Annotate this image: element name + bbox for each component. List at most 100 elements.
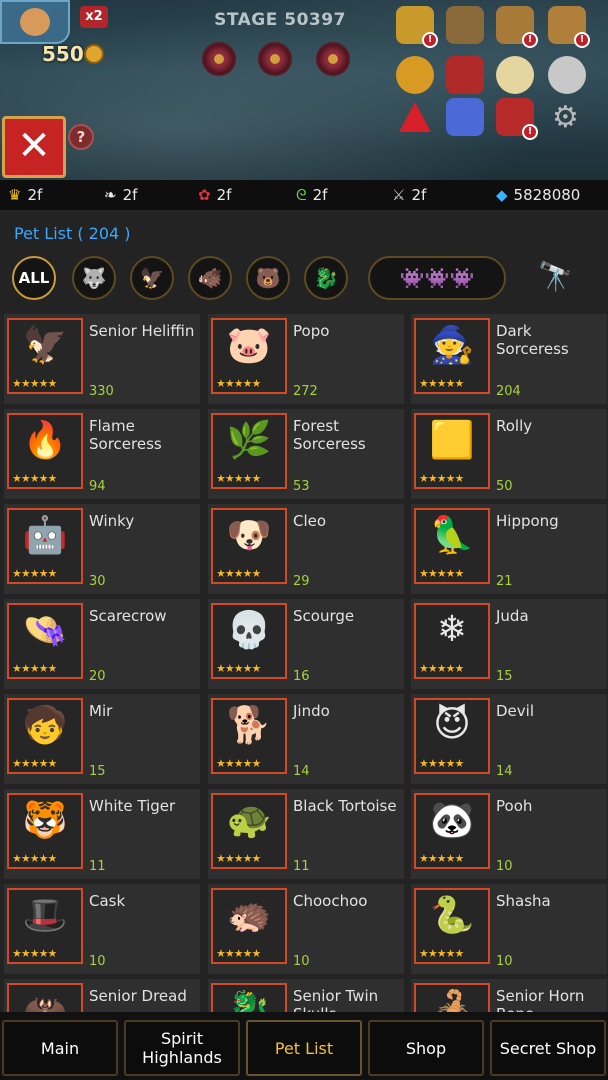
pet-portrait[interactable]: 🐕 ★★★★★ [211, 698, 287, 774]
star-rating: ★★★★★ [12, 377, 57, 390]
pet-card[interactable]: 🟨 ★★★★★ Rolly 50 [411, 409, 607, 499]
star-rating: ★★★★★ [419, 472, 464, 485]
resource-value: 2f [411, 186, 427, 204]
tab-secret-shop[interactable]: Secret Shop [490, 1020, 606, 1076]
filter-group[interactable]: 👾👾👾 [368, 256, 506, 300]
rune-icon[interactable] [258, 42, 292, 76]
tab-shop[interactable]: Shop [368, 1020, 484, 1076]
pet-name: Mir [89, 702, 113, 720]
filter-bird[interactable]: 🦅 [130, 256, 174, 300]
ranking-icon[interactable] [446, 6, 484, 44]
warning-icon[interactable] [396, 98, 434, 136]
pet-portrait[interactable]: 🐢 ★★★★★ [211, 793, 287, 869]
pet-portrait[interactable]: 🎩 ★★★★★ [7, 888, 83, 964]
gear-icon[interactable]: ⚙ [552, 102, 590, 140]
rune-icon[interactable] [202, 42, 236, 76]
pet-card[interactable]: 😈 ★★★★★ Devil 14 [411, 694, 607, 784]
pet-card[interactable]: 🤖 ★★★★★ Winky 30 [4, 504, 200, 594]
pet-card[interactable]: 🐢 ★★★★★ Black Tortoise 11 [208, 789, 404, 879]
pet-card[interactable]: 🐯 ★★★★★ White Tiger 11 [4, 789, 200, 879]
pet-name: Choochoo [293, 892, 368, 910]
pet-icon: 🦔 [226, 895, 272, 936]
pet-portrait[interactable]: 🐯 ★★★★★ [7, 793, 83, 869]
pet-card[interactable]: 🐕 ★★★★★ Jindo 14 [208, 694, 404, 784]
pet-portrait[interactable]: 🔥 ★★★★★ [7, 413, 83, 489]
rune-icon[interactable] [316, 42, 350, 76]
pet-count: 20 [89, 669, 106, 684]
pet-card[interactable]: 🐼 ★★★★★ Pooh 10 [411, 789, 607, 879]
pet-portrait[interactable]: 🐍 ★★★★★ [414, 888, 490, 964]
pet-card[interactable]: 🎩 ★★★★★ Cask 10 [4, 884, 200, 974]
quest-icon[interactable]: ! [548, 6, 590, 48]
pet-portrait[interactable]: 🦅 ★★★★★ [7, 318, 83, 394]
pet-portrait[interactable]: 🧙 ★★★★★ [414, 318, 490, 394]
pet-card[interactable]: 🐶 ★★★★★ Cleo 29 [208, 504, 404, 594]
trophy-icon[interactable]: ! [396, 6, 438, 48]
book-icon[interactable]: ! [496, 6, 538, 48]
pet-portrait[interactable]: 🦔 ★★★★★ [211, 888, 287, 964]
pet-card[interactable]: 🦜 ★★★★★ Hippong 21 [411, 504, 607, 594]
pet-card[interactable]: 🔥 ★★★★★ Flame Sorceress 94 [4, 409, 200, 499]
pet-portrait[interactable]: 👒 ★★★★★ [7, 603, 83, 679]
pet-card[interactable]: 🧙 ★★★★★ Dark Sorceress 204 [411, 314, 607, 404]
wings-icon[interactable] [548, 56, 586, 94]
tab-pet-list[interactable]: Pet List [246, 1020, 362, 1076]
pet-card[interactable]: 🦇 Senior Dread [4, 979, 200, 1012]
pet-card[interactable]: 🐉 Senior Twin Skulls [208, 979, 404, 1012]
pet-portrait[interactable]: 🟨 ★★★★★ [414, 413, 490, 489]
pet-card[interactable]: 👒 ★★★★★ Scarecrow 20 [4, 599, 200, 689]
event-icon[interactable] [446, 56, 484, 94]
pet-count: 15 [496, 669, 513, 684]
pet-name: White Tiger [89, 797, 176, 815]
resource-value: 2f [312, 186, 328, 204]
house-icon[interactable]: ! [496, 98, 538, 140]
pet-portrait[interactable]: 💀 ★★★★★ [211, 603, 287, 679]
pet-portrait[interactable]: 🐼 ★★★★★ [414, 793, 490, 869]
pet-card[interactable]: 🌿 ★★★★★ Forest Sorceress 53 [208, 409, 404, 499]
tab-spirit-highlands[interactable]: Spirit Highlands [124, 1020, 240, 1076]
filter-beast[interactable]: 🐺 [72, 256, 116, 300]
pet-card[interactable]: 🦂 Senior Horn Bone [411, 979, 607, 1012]
pet-count: 11 [293, 859, 310, 874]
pet-card[interactable]: ❄ ★★★★★ Juda 15 [411, 599, 607, 689]
resource-bar: ♛ 2f ❧ 2f ✿ 2f ᘓ 2f ⚔ 2f ◆ 5828080 [0, 180, 608, 210]
pet-card[interactable]: 🦔 ★★★★★ Choochoo 10 [208, 884, 404, 974]
filter-all[interactable]: ALL [12, 256, 56, 300]
pet-icon: 🧙 [429, 325, 475, 366]
pet-portrait[interactable]: 🐷 ★★★★★ [211, 318, 287, 394]
red-fruit-icon: ✿ [198, 186, 211, 204]
pet-portrait[interactable]: 🌿 ★★★★★ [211, 413, 287, 489]
chat-icon[interactable] [396, 56, 434, 94]
pet-portrait[interactable]: 🦜 ★★★★★ [414, 508, 490, 584]
help-button[interactable]: ? [68, 124, 94, 150]
pet-card[interactable]: 🧒 ★★★★★ Mir 15 [4, 694, 200, 784]
pet-portrait[interactable]: 🦇 [7, 983, 83, 1012]
pet-card[interactable]: 🦅 ★★★★★ Senior Heliffin 330 [4, 314, 200, 404]
filter-dragon[interactable]: 🐉 [304, 256, 348, 300]
pet-portrait[interactable]: 🤖 ★★★★★ [7, 508, 83, 584]
pet-portrait[interactable]: 🦂 [414, 983, 490, 1012]
pet-card[interactable]: 💀 ★★★★★ Scourge 16 [208, 599, 404, 689]
pet-portrait[interactable]: 🧒 ★★★★★ [7, 698, 83, 774]
tab-main[interactable]: Main [2, 1020, 118, 1076]
pet-card[interactable]: 🐍 ★★★★★ Shasha 10 [411, 884, 607, 974]
pet-portrait[interactable]: 🐉 [211, 983, 287, 1012]
star-rating: ★★★★★ [216, 472, 261, 485]
resource-value: 2f [216, 186, 232, 204]
pet-icon: 🦜 [429, 515, 475, 556]
pet-name: Winky [89, 512, 135, 530]
telescope-icon[interactable]: 🔭 [538, 260, 573, 293]
game-hud: x2 550 STAGE 50397 ! ! ! ! ⚙ ✕ ? [0, 0, 608, 180]
pet-count: 204 [496, 384, 521, 399]
pet-card[interactable]: 🐷 ★★★★★ Popo 272 [208, 314, 404, 404]
pet-portrait[interactable]: 🐶 ★★★★★ [211, 508, 287, 584]
angel-icon[interactable] [496, 56, 534, 94]
friends-icon[interactable] [446, 98, 484, 136]
pet-icon: 🦇 [22, 990, 68, 1012]
pet-portrait[interactable]: ❄ ★★★★★ [414, 603, 490, 679]
pet-portrait[interactable]: 😈 ★★★★★ [414, 698, 490, 774]
filter-love[interactable]: 🐻 [246, 256, 290, 300]
close-button[interactable]: ✕ [2, 116, 66, 178]
filter-mammal[interactable]: 🐗 [188, 256, 232, 300]
pet-count: 30 [89, 574, 106, 589]
